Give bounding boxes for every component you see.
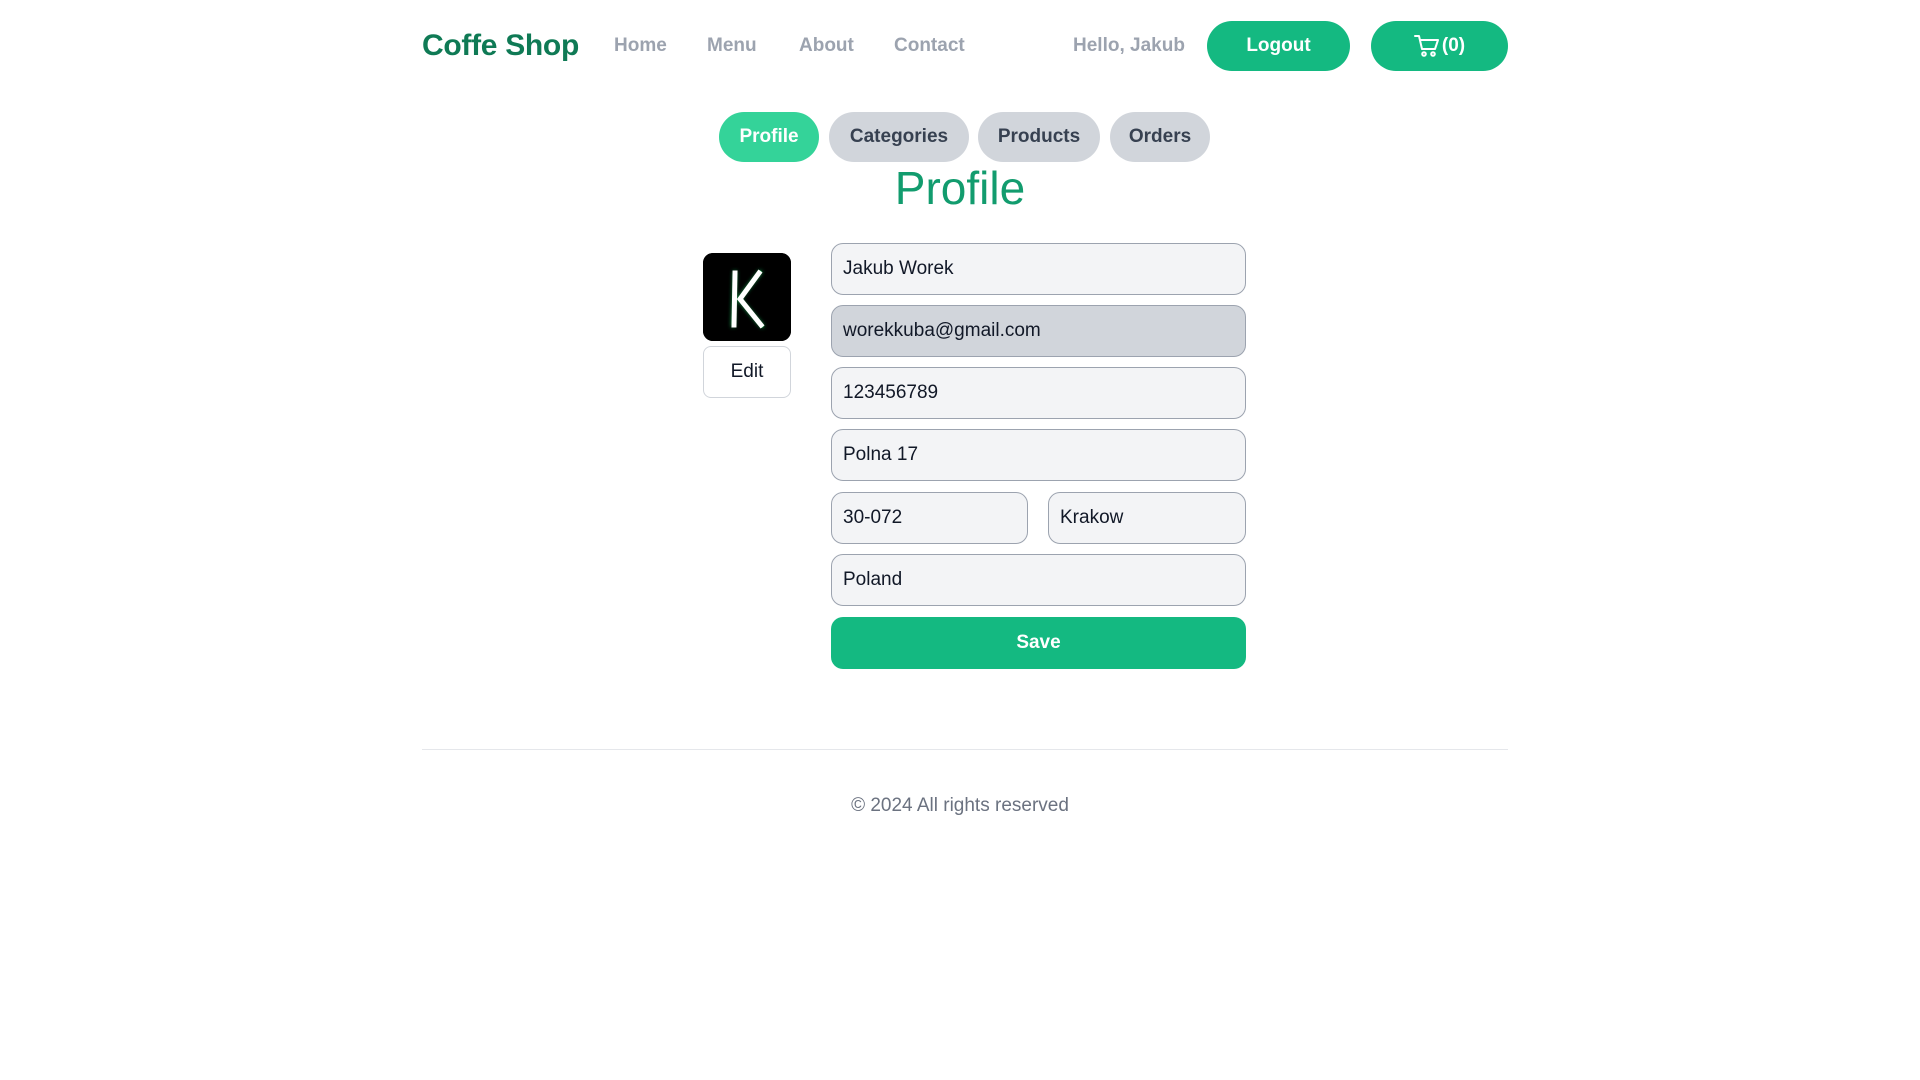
site-header: Coffe Shop Home Menu About Contact Hello… <box>422 21 1508 71</box>
tab-orders[interactable]: Orders <box>1110 112 1210 162</box>
cart-button[interactable]: (0) <box>1371 21 1508 71</box>
phone-field[interactable] <box>831 367 1246 419</box>
nav-link-menu[interactable]: Menu <box>707 21 757 71</box>
logout-button[interactable]: Logout <box>1207 21 1350 71</box>
cart-icon <box>1413 34 1440 58</box>
tab-profile[interactable]: Profile <box>719 112 819 162</box>
name-field[interactable] <box>831 243 1246 295</box>
brand-logo[interactable]: Coffe Shop <box>422 21 579 71</box>
email-field <box>831 305 1246 357</box>
nav-link-about[interactable]: About <box>799 21 854 71</box>
footer-divider <box>422 749 1508 750</box>
page-title: Profile <box>894 162 1026 214</box>
street-field[interactable] <box>831 429 1246 481</box>
tab-categories[interactable]: Categories <box>829 112 969 162</box>
edit-avatar-button[interactable]: Edit <box>703 346 791 398</box>
tab-products[interactable]: Products <box>978 112 1100 162</box>
save-button[interactable]: Save <box>831 617 1246 669</box>
city-field[interactable] <box>1048 492 1246 544</box>
country-field[interactable] <box>831 554 1246 606</box>
nav-link-contact[interactable]: Contact <box>894 21 965 71</box>
zip-field[interactable] <box>831 492 1028 544</box>
cart-count: (0) <box>1441 35 1466 56</box>
nav-link-home[interactable]: Home <box>614 21 667 71</box>
user-greeting: Hello, Jakub <box>1073 35 1185 56</box>
avatar <box>703 253 791 341</box>
footer-text: © 2024 All rights reserved <box>851 795 1069 816</box>
